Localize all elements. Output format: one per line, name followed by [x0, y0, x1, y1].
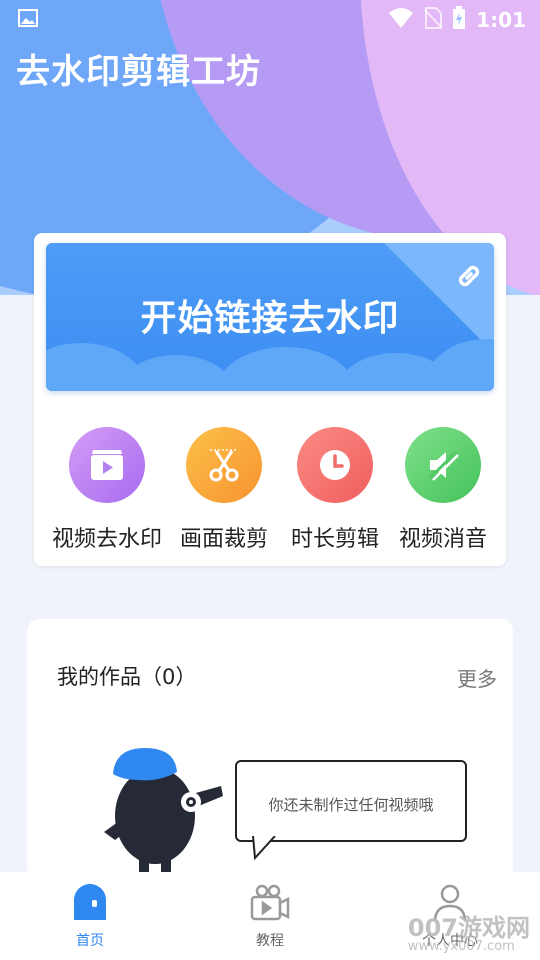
tool-label: 视频去水印	[51, 527, 162, 552]
link-icon	[454, 261, 484, 295]
wifi-icon	[388, 7, 414, 33]
empty-speech-bubble: 你还未制作过任何视频哦	[235, 760, 467, 842]
clock-icon	[297, 427, 373, 503]
nav-home[interactable]: 首页	[30, 882, 150, 950]
app-title: 去水印剪辑工坊	[16, 52, 261, 92]
mute-icon	[405, 427, 481, 503]
no-sim-icon	[424, 7, 443, 33]
site-watermark: 007游戏网 www.yx007.com	[408, 908, 530, 954]
start-remove-watermark-banner[interactable]: 开始链接去水印	[46, 243, 494, 391]
empty-message: 你还未制作过任何视频哦	[268, 796, 434, 814]
tool-video-watermark[interactable]: 视频去水印	[48, 427, 166, 553]
empty-mascot-illustration	[99, 744, 229, 878]
watermark-url: www.yx007.com	[407, 939, 515, 954]
banner-label: 开始链接去水印	[140, 298, 400, 339]
nav-label: 首页	[76, 933, 104, 949]
image-notification-icon	[18, 9, 38, 31]
tool-mute[interactable]: 视频消音	[384, 427, 502, 553]
nav-tutorial[interactable]: 教程	[210, 882, 330, 950]
tool-label: 时长剪辑	[290, 527, 379, 552]
tool-crop[interactable]: 画面裁剪	[165, 427, 283, 553]
status-bar: 1:01	[0, 0, 540, 38]
home-icon	[30, 882, 150, 926]
tool-row: 视频去水印 画面裁剪 时长剪辑 视频消音	[34, 427, 506, 557]
tool-label: 视频消音	[398, 527, 487, 552]
battery-charging-icon	[452, 6, 466, 34]
video-play-icon	[69, 427, 145, 503]
tools-card: 开始链接去水印 视频去水印 画面裁剪 时长剪辑 视频消音	[34, 233, 506, 566]
nav-label: 教程	[256, 933, 284, 949]
tool-trim[interactable]: 时长剪辑	[276, 427, 394, 553]
watermark-text: 007游戏网	[407, 914, 530, 942]
works-title: 我的作品（0）	[57, 665, 197, 689]
scissors-icon	[186, 427, 262, 503]
video-camera-icon	[210, 882, 330, 926]
more-link[interactable]: 更多	[457, 663, 497, 692]
status-time: 1:01	[476, 8, 526, 32]
tool-label: 画面裁剪	[179, 527, 268, 552]
my-works-panel: 我的作品（0） 更多 你还未制作过任何视频哦	[27, 619, 513, 879]
